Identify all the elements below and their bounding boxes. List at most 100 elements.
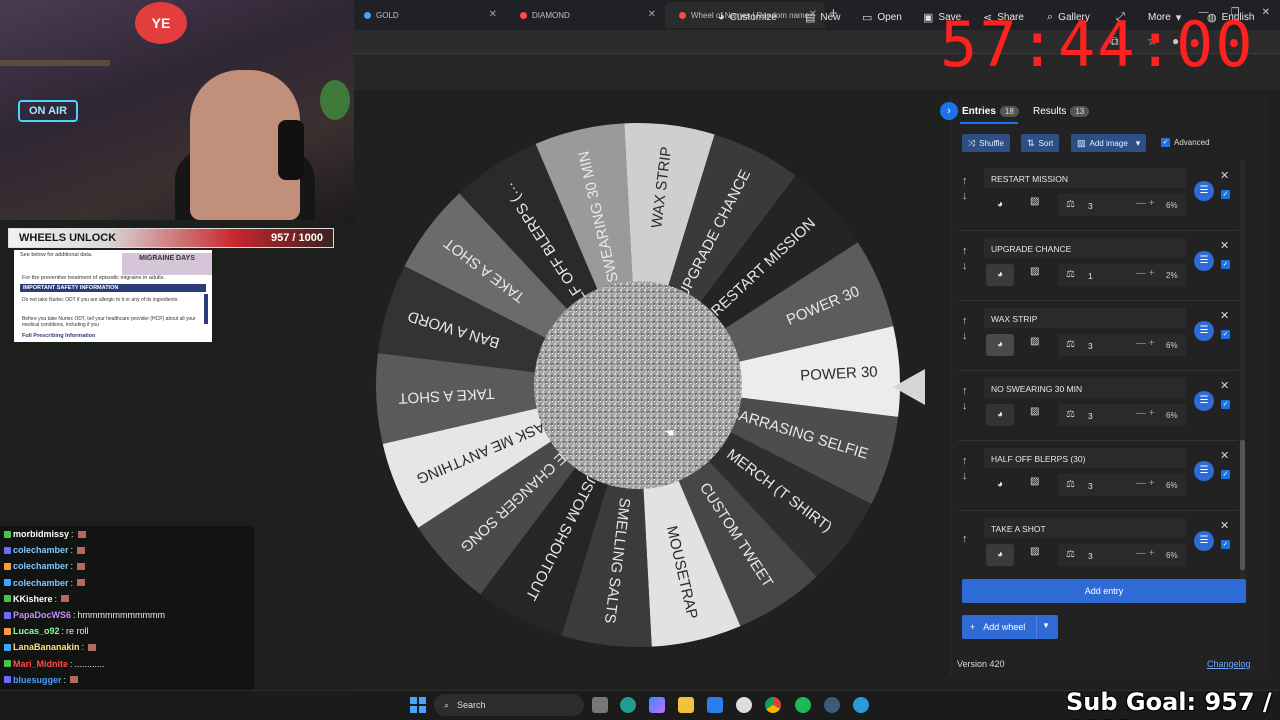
entry-enabled-checkbox[interactable]: ✓ <box>1221 540 1230 549</box>
palette-icon[interactable]: ◕ <box>986 404 1014 426</box>
move-up-icon[interactable]: ↑ <box>962 175 968 187</box>
chat-username[interactable]: morbidmissy <box>13 529 69 539</box>
taskbar-search[interactable]: ⌕ Search <box>434 694 584 716</box>
entry-name-input[interactable]: TAKE A SHOT <box>984 518 1186 538</box>
edge-dev-icon[interactable] <box>853 697 869 713</box>
move-up-icon[interactable]: ↑ <box>962 455 968 467</box>
folder-icon[interactable] <box>678 697 694 713</box>
chat-username[interactable]: colechamber <box>13 545 69 555</box>
entry-options-button[interactable]: ☰ <box>1194 531 1214 551</box>
entry-name-input[interactable]: RESTART MISSION <box>984 168 1186 188</box>
chat-username[interactable]: Lucas_o92 <box>13 626 60 636</box>
weight-value[interactable]: 3 <box>1088 551 1093 561</box>
palette-icon[interactable]: ◕ <box>986 194 1014 216</box>
edge-icon[interactable] <box>620 697 636 713</box>
move-up-icon[interactable]: ↑ <box>962 315 968 327</box>
entry-options-button[interactable]: ☰ <box>1194 251 1214 271</box>
browser-tab-gold[interactable]: GOLD ✕ <box>350 2 505 28</box>
windows-start-icon[interactable] <box>410 697 426 713</box>
entry-name-input[interactable]: HALF OFF BLERPS (30) <box>984 448 1186 468</box>
move-down-icon[interactable]: ↓ <box>962 190 968 202</box>
remove-entry-icon[interactable]: ✕ <box>1220 379 1229 392</box>
chevron-down-icon[interactable]: ▼ <box>1042 621 1050 630</box>
chat-username[interactable]: colechamber <box>13 561 69 571</box>
entry-options-button[interactable]: ☰ <box>1194 181 1214 201</box>
move-up-icon[interactable]: ↑ <box>962 385 968 397</box>
add-wheel-button[interactable]: + Add wheel ▼ <box>962 615 1058 639</box>
tab-results[interactable]: Results 13 <box>1033 106 1090 117</box>
image-icon[interactable]: ▨ <box>1030 546 1039 557</box>
chat-username[interactable]: bluesugger <box>13 675 62 685</box>
chatgpt-icon[interactable] <box>736 697 752 713</box>
remove-entry-icon[interactable]: ✕ <box>1220 519 1229 532</box>
move-down-icon[interactable]: ↓ <box>962 400 968 412</box>
entry-options-button[interactable]: ☰ <box>1194 321 1214 341</box>
image-icon[interactable]: ▨ <box>1030 406 1039 417</box>
image-icon[interactable]: ▨ <box>1030 266 1039 277</box>
palette-icon[interactable]: ◕ <box>986 544 1014 566</box>
entry-name-input[interactable]: UPGRADE CHANCE <box>984 238 1186 258</box>
remove-entry-icon[interactable]: ✕ <box>1220 169 1229 182</box>
entry-options-button[interactable]: ☰ <box>1194 391 1214 411</box>
weight-stepper-icon[interactable]: — + <box>1136 338 1155 349</box>
weight-stepper-icon[interactable]: — + <box>1136 408 1155 419</box>
chat-username[interactable]: colechamber <box>13 578 69 588</box>
move-up-icon[interactable]: ↑ <box>962 245 968 257</box>
weight-stepper-icon[interactable]: — + <box>1136 198 1155 209</box>
weight-stepper-icon[interactable]: — + <box>1136 548 1155 559</box>
entry-enabled-checkbox[interactable]: ✓ <box>1221 470 1230 479</box>
advanced-checkbox[interactable]: ✓ Advanced <box>1161 138 1210 147</box>
chrome-icon[interactable] <box>765 697 781 713</box>
chat-username[interactable]: PapaDocWS6 <box>13 610 71 620</box>
palette-icon[interactable]: ◕ <box>986 474 1014 496</box>
chat-username[interactable]: KKishere <box>13 594 53 604</box>
new-button[interactable]: ▤ New <box>805 11 840 24</box>
weight-stepper-icon[interactable]: — + <box>1136 268 1155 279</box>
weight-value[interactable]: 1 <box>1088 271 1093 281</box>
steam-icon[interactable] <box>824 697 840 713</box>
palette-icon[interactable]: ◕ <box>986 264 1014 286</box>
entry-enabled-checkbox[interactable]: ✓ <box>1221 400 1230 409</box>
weight-value[interactable]: 3 <box>1088 411 1093 421</box>
weight-value[interactable]: 3 <box>1088 481 1093 491</box>
wheel[interactable]: POWER 30EMBARRASING SELFIEMERCH (T SHIRT… <box>374 121 902 649</box>
remove-entry-icon[interactable]: ✕ <box>1220 449 1229 462</box>
entry-name-input[interactable]: NO SWEARING 30 MIN <box>984 378 1186 398</box>
add-entry-button[interactable]: Add entry <box>962 579 1246 603</box>
image-icon[interactable]: ▨ <box>1030 336 1039 347</box>
palette-icon[interactable]: ◕ <box>986 334 1014 356</box>
open-button[interactable]: ▭ Open <box>862 11 902 24</box>
image-icon[interactable]: ▨ <box>1030 196 1039 207</box>
remove-entry-icon[interactable]: ✕ <box>1220 239 1229 252</box>
entry-enabled-checkbox[interactable]: ✓ <box>1221 330 1230 339</box>
customize-button[interactable]: ◕ Customize <box>718 11 777 23</box>
close-tab-icon[interactable]: ✕ <box>489 9 497 20</box>
wheel-center-image[interactable] <box>534 281 742 489</box>
shuffle-button[interactable]: ⤨ Shuffle <box>962 134 1010 152</box>
store-icon[interactable] <box>707 697 723 713</box>
copilot-icon[interactable] <box>649 697 665 713</box>
entry-enabled-checkbox[interactable]: ✓ <box>1221 190 1230 199</box>
entries-scrollbar-thumb[interactable] <box>1240 440 1245 570</box>
entry-name-input[interactable]: WAX STRIP <box>984 308 1186 328</box>
chat-username[interactable]: Mari_Midnite <box>13 659 68 669</box>
image-icon[interactable]: ▨ <box>1030 476 1039 487</box>
file-explorer-icon[interactable] <box>592 697 608 713</box>
move-down-icon[interactable]: ↓ <box>962 260 968 272</box>
weight-value[interactable]: 3 <box>1088 341 1093 351</box>
add-image-button[interactable]: ▨ Add image ▾ <box>1071 134 1147 152</box>
close-window-icon[interactable]: ✕ <box>1262 7 1270 18</box>
changelog-link[interactable]: Changelog <box>1207 659 1251 669</box>
entry-enabled-checkbox[interactable]: ✓ <box>1221 260 1230 269</box>
move-down-icon[interactable]: ↓ <box>962 470 968 482</box>
browser-tab-diamond[interactable]: DIAMOND ✕ <box>506 2 664 28</box>
move-up-icon[interactable]: ↑ <box>962 533 968 545</box>
chat-username[interactable]: LanaBananakin <box>13 642 80 652</box>
tab-entries[interactable]: Entries 18 <box>962 106 1019 117</box>
move-down-icon[interactable]: ↓ <box>962 330 968 342</box>
weight-value[interactable]: 3 <box>1088 201 1093 211</box>
remove-entry-icon[interactable]: ✕ <box>1220 309 1229 322</box>
entry-options-button[interactable]: ☰ <box>1194 461 1214 481</box>
spotify-icon[interactable] <box>795 697 811 713</box>
close-tab-icon[interactable]: ✕ <box>648 9 656 20</box>
